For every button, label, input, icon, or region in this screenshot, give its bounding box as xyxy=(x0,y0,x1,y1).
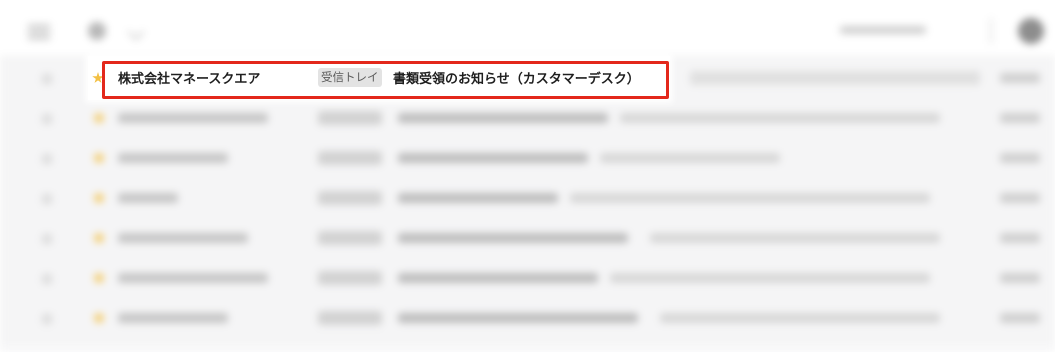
star-icon[interactable] xyxy=(92,271,106,284)
row-sender-placeholder xyxy=(118,153,228,163)
row-badge-placeholder xyxy=(318,151,382,165)
row-checkbox[interactable] xyxy=(42,274,52,284)
mail-sender: 株式会社マネースクエア xyxy=(118,72,261,87)
row-sender-placeholder xyxy=(118,113,268,123)
star-icon[interactable] xyxy=(92,311,106,324)
mail-row[interactable] xyxy=(0,98,1055,139)
star-icon[interactable] xyxy=(92,111,106,124)
row-snippet-placeholder xyxy=(660,313,940,323)
row-subject-placeholder xyxy=(398,273,598,283)
mail-row[interactable] xyxy=(0,218,1055,259)
row-badge-placeholder xyxy=(318,231,382,245)
blurred-mail-list-background xyxy=(0,0,1055,352)
star-icon[interactable] xyxy=(92,191,106,204)
row-snippet-placeholder xyxy=(650,233,940,243)
row-badge-placeholder xyxy=(318,271,382,285)
row-snippet-placeholder xyxy=(610,273,930,283)
mail-toolbar xyxy=(0,0,1055,56)
row-date-placeholder xyxy=(1000,233,1040,243)
mail-subject: 書類受領のお知らせ（カスタマーデスク） xyxy=(393,72,640,87)
gear-icon[interactable] xyxy=(88,22,106,40)
row-subject-placeholder xyxy=(398,113,608,123)
row-sender-placeholder xyxy=(118,273,268,283)
row-date-placeholder xyxy=(1000,313,1040,323)
row-badge-placeholder xyxy=(318,311,382,325)
folder-badge: 受信トレイ xyxy=(318,68,382,87)
row-checkbox[interactable] xyxy=(42,314,52,324)
toolbar-placeholder-label xyxy=(840,26,926,34)
row-snippet-placeholder xyxy=(690,71,980,85)
row-sender-placeholder xyxy=(118,313,228,323)
row-subject-placeholder xyxy=(398,153,588,163)
row-checkbox[interactable] xyxy=(42,114,52,124)
mail-row[interactable] xyxy=(0,178,1055,219)
row-sender-placeholder xyxy=(118,233,248,243)
row-snippet-placeholder xyxy=(620,113,940,123)
star-icon[interactable] xyxy=(92,151,106,164)
hamburger-menu-icon[interactable] xyxy=(28,25,50,39)
row-checkbox[interactable] xyxy=(42,194,52,204)
star-icon[interactable] xyxy=(92,231,106,244)
row-date-placeholder xyxy=(1000,273,1040,283)
mail-row[interactable] xyxy=(0,138,1055,179)
row-checkbox[interactable] xyxy=(42,234,52,244)
mail-row[interactable] xyxy=(0,298,1055,339)
row-snippet-placeholder xyxy=(570,193,930,203)
highlighted-mail-row[interactable]: 株式会社マネースクエア 受信トレイ 書類受領のお知らせ（カスタマーデスク） xyxy=(88,56,670,100)
row-sender-placeholder xyxy=(118,193,178,203)
row-checkbox[interactable] xyxy=(42,74,52,84)
row-date-placeholder xyxy=(1000,73,1040,83)
row-badge-placeholder xyxy=(318,191,382,205)
row-snippet-placeholder xyxy=(600,153,780,163)
mail-row[interactable] xyxy=(0,258,1055,299)
row-subject-placeholder xyxy=(398,193,558,203)
account-avatar-icon[interactable] xyxy=(1018,18,1044,44)
row-badge-placeholder xyxy=(318,111,382,125)
row-subject-placeholder xyxy=(398,313,638,323)
row-date-placeholder xyxy=(1000,113,1040,123)
row-subject-placeholder xyxy=(398,233,628,243)
row-checkbox[interactable] xyxy=(42,154,52,164)
row-date-placeholder xyxy=(1000,193,1040,203)
toolbar-divider xyxy=(990,18,992,44)
star-icon[interactable] xyxy=(92,72,104,83)
chevron-down-icon[interactable] xyxy=(127,23,145,41)
row-date-placeholder xyxy=(1000,153,1040,163)
